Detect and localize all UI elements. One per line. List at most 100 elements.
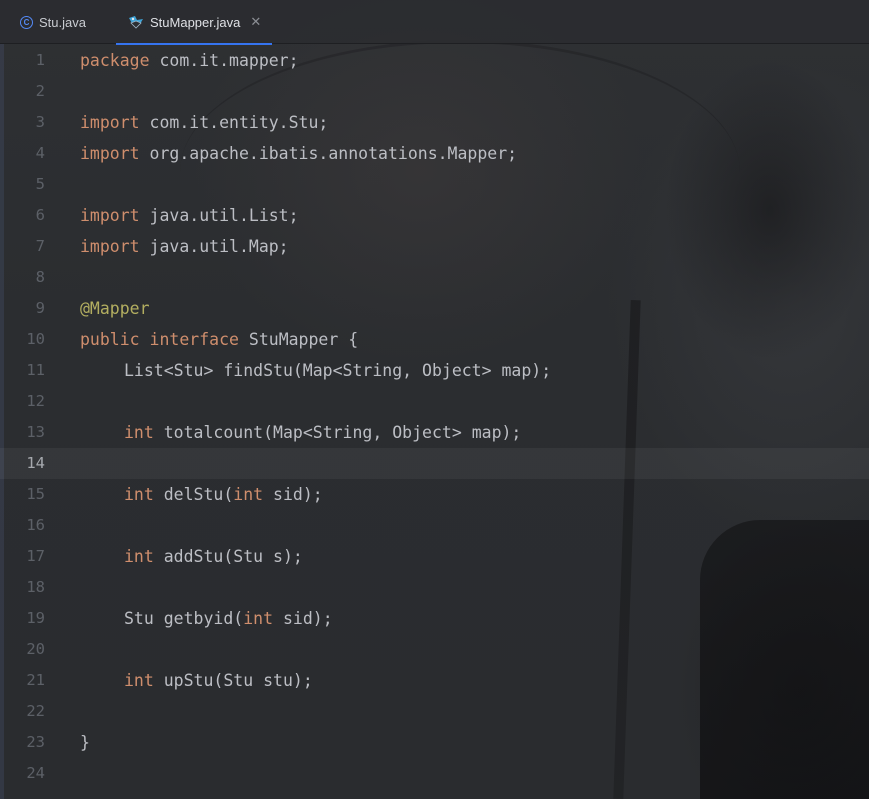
code-text: @Mapper bbox=[80, 293, 150, 324]
tab-label: Stu.java bbox=[39, 14, 86, 30]
keyword-token: int bbox=[124, 671, 154, 690]
code-text: import org.apache.ibatis.annotations.Map… bbox=[80, 138, 517, 169]
code-line[interactable]: 7 import java.util.Map; bbox=[0, 231, 869, 262]
line-number: 16 bbox=[26, 516, 45, 534]
line-number: 11 bbox=[26, 361, 45, 379]
code-token: List<Stu> findStu(Map<String, Object> ma… bbox=[124, 361, 552, 380]
code-line[interactable]: 12 bbox=[0, 386, 869, 417]
code-text: public interface StuMapper { bbox=[80, 324, 358, 355]
tab-label: StuMapper.java bbox=[150, 14, 241, 30]
code-line[interactable]: 21 int upStu(Stu stu); bbox=[0, 665, 869, 696]
line-number: 2 bbox=[35, 82, 45, 100]
line-number: 6 bbox=[35, 206, 45, 224]
line-number: 23 bbox=[26, 733, 45, 751]
code-text: import com.it.entity.Stu; bbox=[80, 107, 328, 138]
line-number: 4 bbox=[35, 144, 45, 162]
code-line[interactable]: 1 package com.it.mapper; bbox=[0, 45, 869, 76]
code-text: int totalcount(Map<String, Object> map); bbox=[80, 417, 521, 448]
keyword-token: import bbox=[80, 206, 140, 225]
code-line[interactable]: 23} bbox=[0, 727, 869, 758]
code-token: java.util.Map; bbox=[139, 237, 289, 256]
code-token: totalcount(Map<String, Object> map); bbox=[153, 423, 522, 442]
keyword-token: package bbox=[80, 51, 150, 70]
code-text: Stu getbyid(int sid); bbox=[80, 603, 333, 634]
keyword-token: int bbox=[124, 485, 154, 504]
code-token: upStu(Stu stu); bbox=[153, 671, 313, 690]
tab-stu-java[interactable]: C Stu.java bbox=[6, 0, 114, 44]
code-token: sid); bbox=[273, 609, 333, 628]
code-token: org.apache.ibatis.annotations.Mapper; bbox=[139, 144, 518, 163]
code-editor[interactable]: 1 package com.it.mapper; 2 3 import com.it.e… bbox=[0, 44, 869, 799]
code-line[interactable]: 8 bbox=[0, 262, 869, 293]
code-token: } bbox=[80, 733, 90, 752]
code-text: import java.util.Map; bbox=[80, 231, 289, 262]
line-number: 17 bbox=[26, 547, 45, 565]
keyword-token: import bbox=[80, 237, 140, 256]
code-token: java.util.List; bbox=[139, 206, 299, 225]
code-line[interactable]: 15 int delStu(int sid); bbox=[0, 479, 869, 510]
code-text: import java.util.List; bbox=[80, 200, 299, 231]
line-number: 24 bbox=[26, 764, 45, 782]
code-token: Stu getbyid( bbox=[124, 609, 244, 628]
line-number: 12 bbox=[26, 392, 45, 410]
keyword-token: int bbox=[233, 485, 264, 504]
tab-stumapper-java[interactable]: StuMapper.java ✕ bbox=[116, 0, 272, 45]
mybatis-mapper-icon bbox=[128, 15, 144, 29]
code-token: com.it.entity.Stu; bbox=[139, 113, 329, 132]
code-text: List<Stu> findStu(Map<String, Object> ma… bbox=[80, 355, 551, 386]
code-token: sid); bbox=[263, 485, 323, 504]
line-number: 20 bbox=[26, 640, 45, 658]
line-number: 5 bbox=[35, 175, 45, 193]
code-text: int delStu(int sid); bbox=[80, 479, 323, 510]
code-token: StuMapper { bbox=[238, 330, 359, 349]
line-number: 14 bbox=[26, 454, 45, 472]
line-number: 9 bbox=[35, 299, 45, 317]
code-line[interactable]: 19 Stu getbyid(int sid); bbox=[0, 603, 869, 634]
annotation-token: @Mapper bbox=[80, 299, 150, 318]
line-number: 13 bbox=[26, 423, 45, 441]
code-line[interactable]: 17 int addStu(Stu s); bbox=[0, 541, 869, 572]
code-line[interactable]: 2 bbox=[0, 76, 869, 107]
code-text: package com.it.mapper; bbox=[80, 45, 299, 76]
code-line[interactable]: 24 bbox=[0, 758, 869, 789]
code-text: int upStu(Stu stu); bbox=[80, 665, 313, 696]
keyword-token: interface bbox=[149, 330, 239, 349]
keyword-token: public bbox=[80, 330, 140, 349]
editor-tab-bar: C Stu.java StuMapper.java ✕ bbox=[0, 0, 869, 45]
keyword-token: int bbox=[124, 547, 154, 566]
code-text: } bbox=[80, 727, 90, 758]
line-number: 7 bbox=[35, 237, 45, 255]
code-line[interactable]: 13 int totalcount(Map<String, Object> map… bbox=[0, 417, 869, 448]
keyword-token: import bbox=[80, 113, 140, 132]
code-line[interactable]: 20 bbox=[0, 634, 869, 665]
keyword-token: import bbox=[80, 144, 140, 163]
line-number: 8 bbox=[35, 268, 45, 286]
line-number: 15 bbox=[26, 485, 45, 503]
code-line[interactable]: 18 bbox=[0, 572, 869, 603]
code-text: int addStu(Stu s); bbox=[80, 541, 303, 572]
code-line[interactable]: 6 import java.util.List; bbox=[0, 200, 869, 231]
line-number: 22 bbox=[26, 702, 45, 720]
line-number: 1 bbox=[35, 51, 45, 69]
code-line[interactable]: 14 bbox=[0, 448, 869, 479]
line-number: 18 bbox=[26, 578, 45, 596]
code-line[interactable]: 9 @Mapper bbox=[0, 293, 869, 324]
ide-window: C Stu.java StuMapper.java ✕ 1 package com… bbox=[0, 0, 869, 799]
code-line[interactable]: 11 List<Stu> findStu(Map<String, Object> … bbox=[0, 355, 869, 386]
keyword-token: int bbox=[243, 609, 274, 628]
code-line[interactable]: 3 import com.it.entity.Stu; bbox=[0, 107, 869, 138]
code-line[interactable]: 22 bbox=[0, 696, 869, 727]
code-line[interactable]: 10 public interface StuMapper { bbox=[0, 324, 869, 355]
close-icon[interactable]: ✕ bbox=[250, 14, 261, 30]
code-token: com.it.mapper; bbox=[149, 51, 299, 70]
code-token: addStu(Stu s); bbox=[153, 547, 303, 566]
line-number: 19 bbox=[26, 609, 45, 627]
line-number: 3 bbox=[35, 113, 45, 131]
line-number: 21 bbox=[26, 671, 45, 689]
code-line[interactable]: 4 import org.apache.ibatis.annotations.Ma… bbox=[0, 138, 869, 169]
code-line[interactable]: 16 bbox=[0, 510, 869, 541]
line-number: 10 bbox=[26, 330, 45, 348]
code-line[interactable]: 5 bbox=[0, 169, 869, 200]
code-token: delStu( bbox=[153, 485, 234, 504]
